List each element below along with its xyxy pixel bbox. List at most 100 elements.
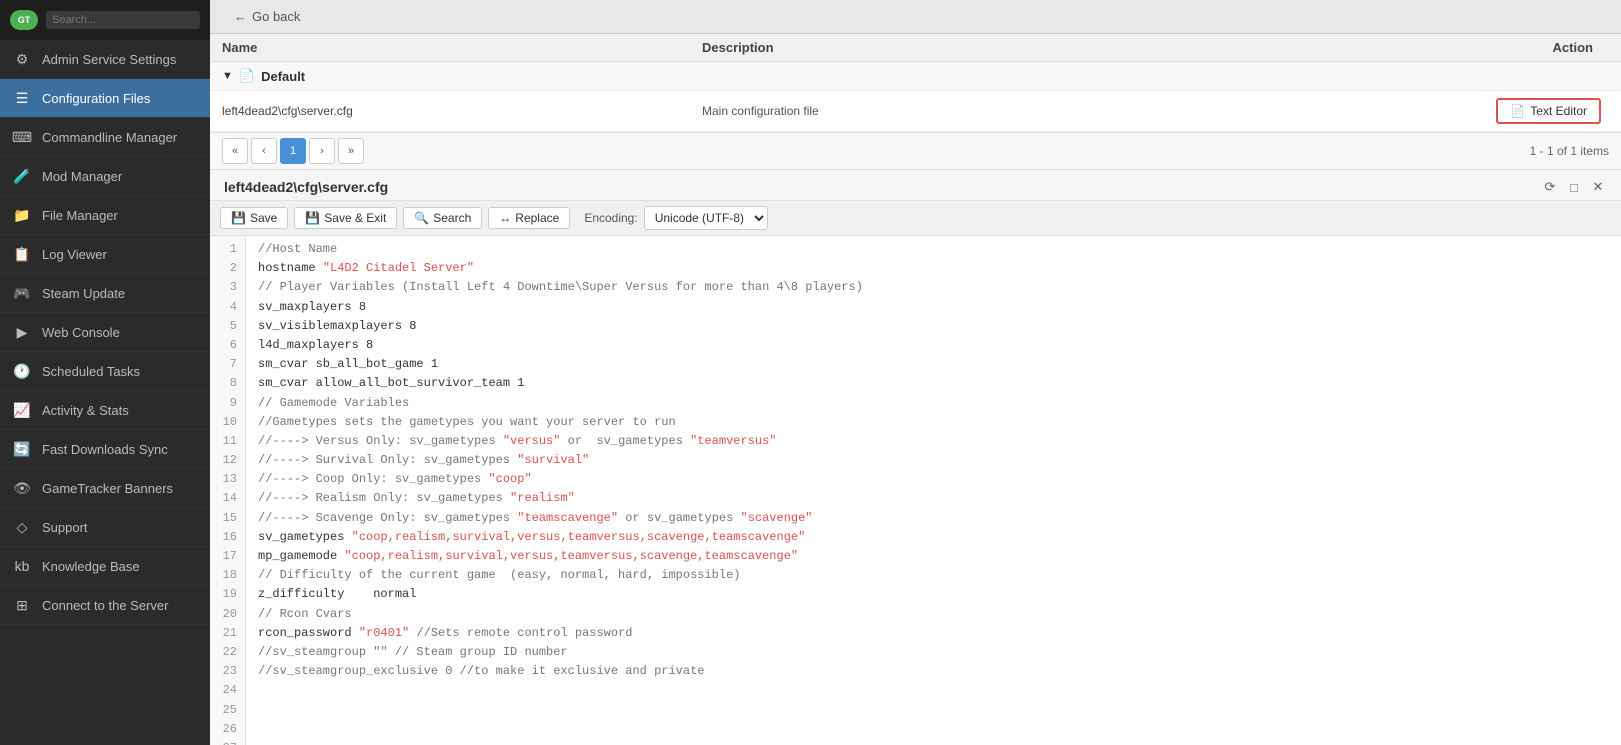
text-editor-icon: 📄 bbox=[1510, 104, 1525, 118]
search-icon: 🔍 bbox=[414, 211, 429, 225]
table-header: Name Description Action bbox=[210, 34, 1621, 62]
sidebar-item-scheduled-tasks[interactable]: 🕐 Scheduled Tasks bbox=[0, 352, 210, 391]
sidebar-label-web-console: Web Console bbox=[42, 325, 120, 340]
editor-toolbar: 💾 Save 💾 Save & Exit 🔍 Search ↔ Replace … bbox=[210, 201, 1621, 236]
next-page-button[interactable]: › bbox=[309, 138, 335, 164]
sidebar-icon-steam-update: 🎮 bbox=[12, 283, 32, 303]
text-editor-label: Text Editor bbox=[1530, 104, 1587, 118]
sidebar-label-commandline-manager: Commandline Manager bbox=[42, 130, 177, 145]
editor-maximize-button[interactable]: □ bbox=[1565, 178, 1583, 196]
save-icon: 💾 bbox=[231, 211, 246, 225]
group-collapse-icon[interactable]: ▼ bbox=[222, 70, 233, 82]
line-number-6: 6 bbox=[218, 336, 237, 355]
table-row: left4dead2\cfg\server.cfg Main configura… bbox=[210, 91, 1621, 132]
line-number-25: 25 bbox=[218, 701, 237, 720]
line-number-17: 17 bbox=[218, 547, 237, 566]
code-line-24: z_difficulty normal bbox=[258, 585, 1609, 604]
text-editor-button[interactable]: 📄 Text Editor bbox=[1496, 98, 1601, 124]
line-number-4: 4 bbox=[218, 298, 237, 317]
sidebar-item-support[interactable]: ◇ Support bbox=[0, 508, 210, 547]
sidebar-item-log-viewer[interactable]: 📋 Log Viewer bbox=[0, 235, 210, 274]
sidebar-label-log-viewer: Log Viewer bbox=[42, 247, 107, 262]
code-line-27: rcon_password "r0401" //Sets remote cont… bbox=[258, 624, 1609, 643]
sidebar-item-steam-update[interactable]: 🎮 Steam Update bbox=[0, 274, 210, 313]
line-numbers: 1234567891011121314151617181920212223242… bbox=[210, 236, 246, 745]
editor-panel: left4dead2\cfg\server.cfg ⟳ □ ✕ 💾 Save 💾… bbox=[210, 170, 1621, 745]
replace-icon: ↔ bbox=[499, 211, 511, 225]
sidebar-icon-scheduled-tasks: 🕐 bbox=[12, 361, 32, 381]
sidebar-label-connect-to-server: Connect to the Server bbox=[42, 598, 168, 613]
go-back-button[interactable]: ← Go back bbox=[226, 6, 308, 27]
sidebar-icon-admin-service-settings: ⚙ bbox=[12, 49, 32, 69]
last-page-button[interactable]: » bbox=[338, 138, 364, 164]
code-editor[interactable]: 1234567891011121314151617181920212223242… bbox=[210, 236, 1621, 745]
sidebar-item-fast-downloads-sync[interactable]: 🔄 Fast Downloads Sync bbox=[0, 430, 210, 469]
sidebar-item-gametracker-banners[interactable]: 👁 GameTracker Banners bbox=[0, 469, 210, 508]
line-number-13: 13 bbox=[218, 470, 237, 489]
file-action: 📄 Text Editor bbox=[1409, 98, 1609, 124]
sidebar-icon-connect-to-server: ⊞ bbox=[12, 595, 32, 615]
sidebar-item-connect-to-server[interactable]: ⊞ Connect to the Server bbox=[0, 586, 210, 625]
sidebar-icon-file-manager: 📁 bbox=[12, 205, 32, 225]
line-number-3: 3 bbox=[218, 278, 237, 297]
sidebar-label-steam-update: Steam Update bbox=[42, 286, 125, 301]
editor-refresh-button[interactable]: ⟳ bbox=[1541, 178, 1559, 196]
page-1-button[interactable]: 1 bbox=[280, 138, 306, 164]
code-line-5: sv_maxplayers 8 bbox=[258, 298, 1609, 317]
code-line-15: //----> Survival Only: sv_gametypes "sur… bbox=[258, 451, 1609, 470]
sidebar-item-knowledge-base[interactable]: kb Knowledge Base bbox=[0, 547, 210, 586]
sidebar-search-input[interactable] bbox=[46, 11, 200, 29]
sidebar-item-activity-stats[interactable]: 📈 Activity & Stats bbox=[0, 391, 210, 430]
sidebar-item-mod-manager[interactable]: 🧪 Mod Manager bbox=[0, 157, 210, 196]
sidebar-label-scheduled-tasks: Scheduled Tasks bbox=[42, 364, 140, 379]
sidebar-icon-commandline-manager: ⌨ bbox=[12, 127, 32, 147]
line-number-20: 20 bbox=[218, 605, 237, 624]
line-number-26: 26 bbox=[218, 720, 237, 739]
save-label: Save bbox=[250, 211, 277, 225]
line-number-22: 22 bbox=[218, 643, 237, 662]
code-content[interactable]: //Host Namehostname "L4D2 Citadel Server… bbox=[246, 236, 1621, 745]
line-number-12: 12 bbox=[218, 451, 237, 470]
sidebar-icon-configuration-files: ☰ bbox=[12, 88, 32, 108]
code-line-11: // Gamemode Variables bbox=[258, 394, 1609, 413]
code-line-4: // Player Variables (Install Left 4 Down… bbox=[258, 278, 1609, 297]
group-default-header: ▼ 📄 Default bbox=[210, 62, 1621, 91]
editor-close-button[interactable]: ✕ bbox=[1589, 178, 1607, 196]
replace-button[interactable]: ↔ Replace bbox=[488, 207, 570, 229]
line-number-1: 1 bbox=[218, 240, 237, 259]
editor-filename: left4dead2\cfg\server.cfg bbox=[224, 179, 388, 195]
encoding-select[interactable]: Unicode (UTF-8) bbox=[644, 206, 768, 230]
code-line-14: //----> Versus Only: sv_gametypes "versu… bbox=[258, 432, 1609, 451]
file-path: left4dead2\cfg\server.cfg bbox=[222, 104, 702, 118]
code-line-9: sm_cvar allow_all_bot_survivor_team 1 bbox=[258, 374, 1609, 393]
sidebar-label-fast-downloads-sync: Fast Downloads Sync bbox=[42, 442, 168, 457]
sidebar-icon-support: ◇ bbox=[12, 517, 32, 537]
sidebar-icon-log-viewer: 📋 bbox=[12, 244, 32, 264]
file-table-area: Name Description Action ▼ 📄 Default left… bbox=[210, 34, 1621, 133]
col-header-name: Name bbox=[222, 40, 702, 55]
line-number-7: 7 bbox=[218, 355, 237, 374]
pagination-bar: « ‹ 1 › » 1 - 1 of 1 items bbox=[210, 133, 1621, 170]
sidebar-item-commandline-manager[interactable]: ⌨ Commandline Manager bbox=[0, 118, 210, 157]
code-line-21: mp_gamemode "coop,realism,survival,versu… bbox=[258, 547, 1609, 566]
line-number-5: 5 bbox=[218, 317, 237, 336]
sidebar-label-knowledge-base: Knowledge Base bbox=[42, 559, 140, 574]
code-line-13: //Gametypes sets the gametypes you want … bbox=[258, 413, 1609, 432]
sidebar-icon-fast-downloads-sync: 🔄 bbox=[12, 439, 32, 459]
sidebar-icon-mod-manager: 🧪 bbox=[12, 166, 32, 186]
sidebar-item-web-console[interactable]: ▶ Web Console bbox=[0, 313, 210, 352]
sidebar-icon-gametracker-banners: 👁 bbox=[12, 478, 32, 498]
sidebar-item-admin-service-settings[interactable]: ⚙ Admin Service Settings bbox=[0, 40, 210, 79]
search-button[interactable]: 🔍 Search bbox=[403, 207, 482, 229]
save-exit-button[interactable]: 💾 Save & Exit bbox=[294, 207, 397, 229]
code-line-1: //Host Name bbox=[258, 240, 1609, 259]
first-page-button[interactable]: « bbox=[222, 138, 248, 164]
prev-page-button[interactable]: ‹ bbox=[251, 138, 277, 164]
sidebar-item-file-manager[interactable]: 📁 File Manager bbox=[0, 196, 210, 235]
save-button[interactable]: 💾 Save bbox=[220, 207, 288, 229]
sidebar-item-configuration-files[interactable]: ☰ Configuration Files bbox=[0, 79, 210, 118]
line-number-23: 23 bbox=[218, 662, 237, 681]
replace-label: Replace bbox=[515, 211, 559, 225]
app-logo: GT bbox=[10, 10, 38, 30]
file-description: Main configuration file bbox=[702, 104, 1409, 118]
